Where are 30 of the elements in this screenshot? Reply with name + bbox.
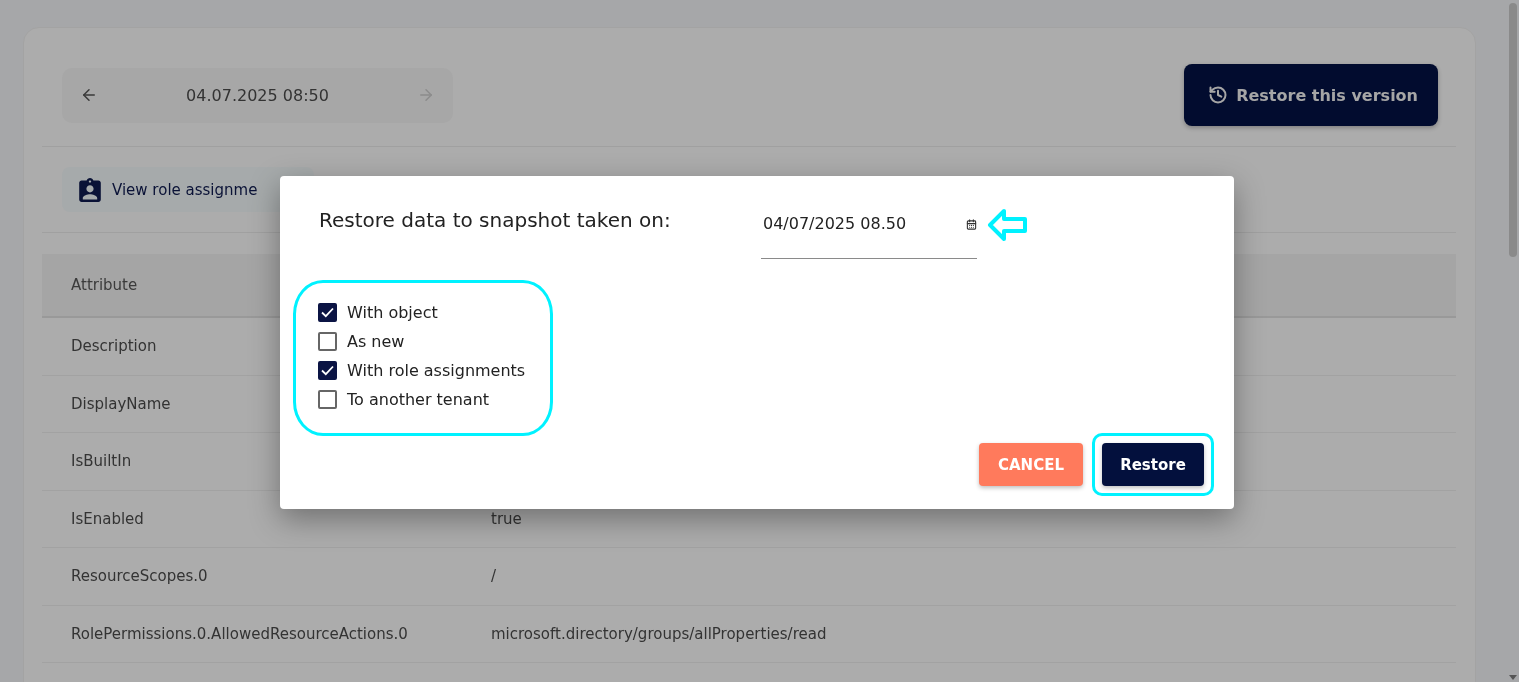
id-badge-icon <box>79 177 101 202</box>
checkbox[interactable] <box>318 332 337 351</box>
right-arrow-icon <box>417 86 435 104</box>
checkbox-label[interactable]: As new <box>347 332 405 351</box>
dialog-title: Restore data to snapshot taken on: <box>319 207 672 234</box>
column-header: Attribute <box>71 276 138 294</box>
checkbox-label[interactable]: To another tenant <box>347 390 490 409</box>
confirm-button[interactable]: Restore <box>1102 443 1204 486</box>
table-cell-text: IsBuiltIn <box>70 452 132 471</box>
table-cell-text: IsEnabled <box>70 509 144 528</box>
table-cell: / <box>491 567 497 586</box>
checkbox-label[interactable]: With object <box>347 303 438 322</box>
table-cell-text: Description <box>70 337 157 356</box>
restore-version-button[interactable]: Restore this version <box>1184 64 1438 126</box>
date-field[interactable]: 04/07/2025 08.50 <box>761 202 977 259</box>
table-cell-text: DisplayName <box>70 394 171 413</box>
previous-version-button[interactable] <box>80 86 98 104</box>
checkbox-label[interactable]: With role assignments <box>347 361 526 380</box>
history-icon <box>1208 85 1229 105</box>
table-cell-text: RolePermissions.0.AllowedResourceActions.0 <box>70 624 408 643</box>
scrollbar-thumb[interactable] <box>1509 3 1517 257</box>
scroll-down-arrow-icon[interactable] <box>1509 675 1517 680</box>
checkbox[interactable] <box>318 361 337 380</box>
table-cell: true <box>491 509 522 528</box>
version-date: 04.07.2025 08:50 <box>186 85 329 105</box>
checkbox[interactable] <box>318 390 337 409</box>
calendar-icon[interactable] <box>966 218 977 230</box>
table-cell: microsoft.directory/groups/allProperties/read <box>491 624 827 643</box>
table-cell-text: ResourceScopes.0 <box>70 567 208 586</box>
checkbox[interactable] <box>318 303 337 322</box>
